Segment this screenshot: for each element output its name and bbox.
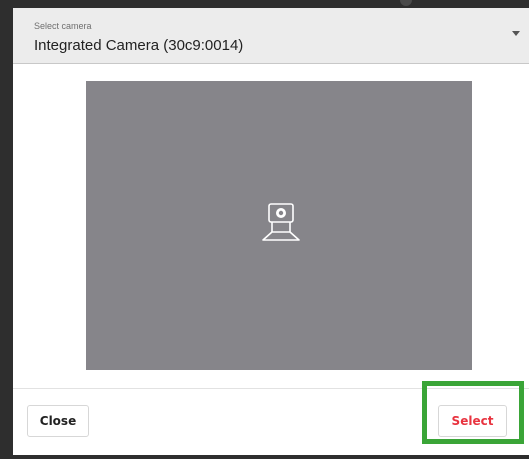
background-partial-icon	[400, 0, 412, 6]
camera-select-dropdown[interactable]: Select camera Integrated Camera (30c9:00…	[13, 8, 529, 64]
dropdown-arrow-icon	[512, 31, 520, 36]
footer-divider	[13, 388, 529, 389]
camera-select-label: Select camera	[34, 21, 92, 31]
close-button[interactable]: Close	[27, 405, 89, 437]
camera-select-value: Integrated Camera (30c9:0014)	[34, 37, 244, 54]
camera-select-dialog: Select camera Integrated Camera (30c9:00…	[13, 8, 529, 455]
camera-preview	[86, 81, 472, 370]
select-button[interactable]: Select	[438, 405, 507, 437]
webcam-placeholder-icon	[262, 203, 300, 241]
